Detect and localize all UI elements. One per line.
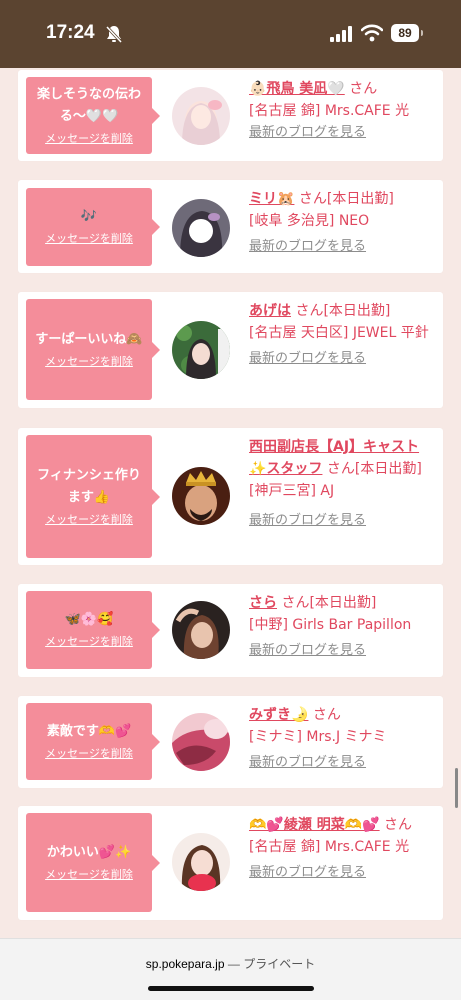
cast-info: 👶🏻飛鳥 美凪🤍 さん [名古屋 錦] Mrs.CAFE 光 最新のブログを見る (249, 78, 435, 144)
message-text: 🦋🌸🥰 (64, 612, 114, 627)
cast-honorific: さん[本日出勤] (294, 191, 394, 207)
message-bubble: 🦋🌸🥰 メッセージを削除 (26, 591, 160, 669)
message-card: かわいい💕✨ メッセージを削除 🫶💕綾瀬 明菜🫶💕 さん [名古屋 錦] Mrs… (18, 806, 443, 920)
cast-name-link[interactable]: ミリ🐹 (249, 191, 294, 207)
cast-avatar[interactable] (172, 199, 230, 257)
url-text[interactable]: sp.pokepara.jp — プライベート (0, 955, 461, 972)
cast-honorific: さん[本日出勤] (322, 461, 422, 477)
message-card: 🎶 メッセージを削除 ミリ🐹 さん[本日出勤] [岐阜 多治見] NEO 最新の… (18, 180, 443, 273)
message-bubble: かわいい💕✨ メッセージを削除 (26, 813, 160, 912)
cast-avatar[interactable] (172, 713, 230, 771)
latest-blog-link[interactable]: 最新のブログを見る (249, 122, 435, 144)
cast-name-link[interactable]: みずき🌛 (249, 707, 308, 723)
cast-info: あげは さん[本日出勤] [名古屋 天白区] JEWEL 平針 最新のブログを見… (249, 300, 435, 370)
message-bubble: 🎶 メッセージを削除 (26, 188, 160, 266)
latest-blog-link[interactable]: 最新のブログを見る (249, 510, 435, 532)
shop-label: [名古屋 錦] Mrs.CAFE 光 (249, 839, 410, 855)
cast-info: 西田副店長【AJ】キャスト✨スタッフ さん[本日出勤] [神戸三宮] AJ 最新… (249, 436, 435, 532)
message-text: 🎶 (80, 209, 98, 224)
cast-avatar[interactable] (172, 467, 230, 525)
message-text: 楽しそうなの伝わる〜🤍🤍 (36, 86, 141, 124)
shop-label: [ミナミ] Mrs.J ミナミ (249, 729, 387, 745)
message-card: 楽しそうなの伝わる〜🤍🤍 メッセージを削除 👶🏻飛鳥 美凪🤍 さん [名古屋 錦… (18, 70, 443, 161)
delete-message-link[interactable]: メッセージを削除 (45, 511, 133, 529)
cast-avatar[interactable] (172, 601, 230, 659)
message-feed[interactable]: 楽しそうなの伝わる〜🤍🤍 メッセージを削除 👶🏻飛鳥 美凪🤍 さん [名古屋 錦… (0, 68, 461, 938)
message-bubble: 楽しそうなの伝わる〜🤍🤍 メッセージを削除 (26, 77, 160, 154)
home-indicator[interactable] (148, 986, 314, 991)
cast-avatar[interactable] (172, 833, 230, 891)
cast-name-link[interactable]: 👶🏻飛鳥 美凪🤍 (249, 81, 345, 97)
cast-honorific: さん (379, 817, 413, 833)
message-bubble: 素敵です🫶💕 メッセージを削除 (26, 703, 160, 780)
message-text: かわいい💕✨ (46, 844, 132, 860)
scroll-indicator[interactable] (455, 768, 458, 808)
shop-label: [名古屋 錦] Mrs.CAFE 光 (249, 103, 410, 119)
message-text: フィナンシェ作ります👍 (37, 467, 141, 505)
delete-message-link[interactable]: メッセージを削除 (45, 353, 133, 371)
delete-message-link[interactable]: メッセージを削除 (45, 130, 133, 148)
wifi-icon (361, 24, 383, 42)
status-bar: 17:24 89 (0, 0, 461, 68)
cast-honorific: さん (308, 707, 341, 723)
shop-label: [中野] Girls Bar Papillon (249, 617, 412, 633)
url-separator: — (224, 957, 244, 971)
latest-blog-link[interactable]: 最新のブログを見る (249, 640, 435, 662)
url-host: sp.pokepara.jp (145, 957, 225, 971)
latest-blog-link[interactable]: 最新のブログを見る (249, 862, 435, 884)
status-time: 17:24 (46, 22, 95, 43)
delete-message-link[interactable]: メッセージを削除 (45, 230, 133, 248)
latest-blog-link[interactable]: 最新のブログを見る (249, 236, 435, 258)
delete-message-link[interactable]: メッセージを削除 (45, 745, 133, 763)
battery-icon: 89 (391, 24, 423, 42)
latest-blog-link[interactable]: 最新のブログを見る (249, 752, 435, 774)
message-text: 素敵です🫶💕 (46, 723, 132, 739)
cast-honorific: さん[本日出勤] (277, 595, 377, 611)
private-mode-label: プライベート (243, 957, 316, 971)
message-card: 🦋🌸🥰 メッセージを削除 さら さん[本日出勤] [中野] Girls Bar … (18, 584, 443, 677)
cast-avatar[interactable] (172, 87, 230, 145)
cast-info: みずき🌛 さん [ミナミ] Mrs.J ミナミ 最新のブログを見る (249, 704, 435, 774)
message-card: 素敵です🫶💕 メッセージを削除 みずき🌛 さん [ミナミ] Mrs.J ミナミ … (18, 696, 443, 788)
message-text: すーぱーいいね🙈 (35, 331, 143, 347)
cast-name-link[interactable]: さら (249, 595, 277, 611)
delete-message-link[interactable]: メッセージを削除 (45, 633, 133, 651)
cast-info: ミリ🐹 さん[本日出勤] [岐阜 多治見] NEO 最新のブログを見る (249, 188, 435, 258)
cast-name-link[interactable]: あげは (249, 303, 291, 319)
cellular-signal-icon (330, 26, 352, 42)
message-bubble: フィナンシェ作ります👍 メッセージを削除 (26, 435, 160, 558)
message-card: すーぱーいいね🙈 メッセージを削除 あげは さん[本日出勤] [名古屋 天白区]… (18, 292, 443, 408)
cast-name-link[interactable]: 🫶💕綾瀬 明菜🫶💕 (249, 817, 380, 833)
cast-honorific: さん (344, 81, 378, 97)
bell-muted-icon (105, 25, 123, 44)
cast-info: 🫶💕綾瀬 明菜🫶💕 さん [名古屋 錦] Mrs.CAFE 光 最新のブログを見… (249, 814, 435, 884)
shop-label: [名古屋 天白区] JEWEL 平針 (249, 325, 429, 341)
delete-message-link[interactable]: メッセージを削除 (45, 866, 133, 884)
cast-avatar[interactable] (172, 321, 230, 379)
message-bubble: すーぱーいいね🙈 メッセージを削除 (26, 299, 160, 400)
shop-label: [岐阜 多治見] NEO (249, 213, 370, 229)
cast-info: さら さん[本日出勤] [中野] Girls Bar Papillon 最新のブ… (249, 592, 435, 662)
message-card: フィナンシェ作ります👍 メッセージを削除 西田副店長【AJ】キャスト✨スタッフ … (18, 428, 443, 565)
cast-honorific: さん[本日出勤] (291, 303, 391, 319)
latest-blog-link[interactable]: 最新のブログを見る (249, 348, 435, 370)
shop-label: [神戸三宮] AJ (249, 483, 335, 499)
